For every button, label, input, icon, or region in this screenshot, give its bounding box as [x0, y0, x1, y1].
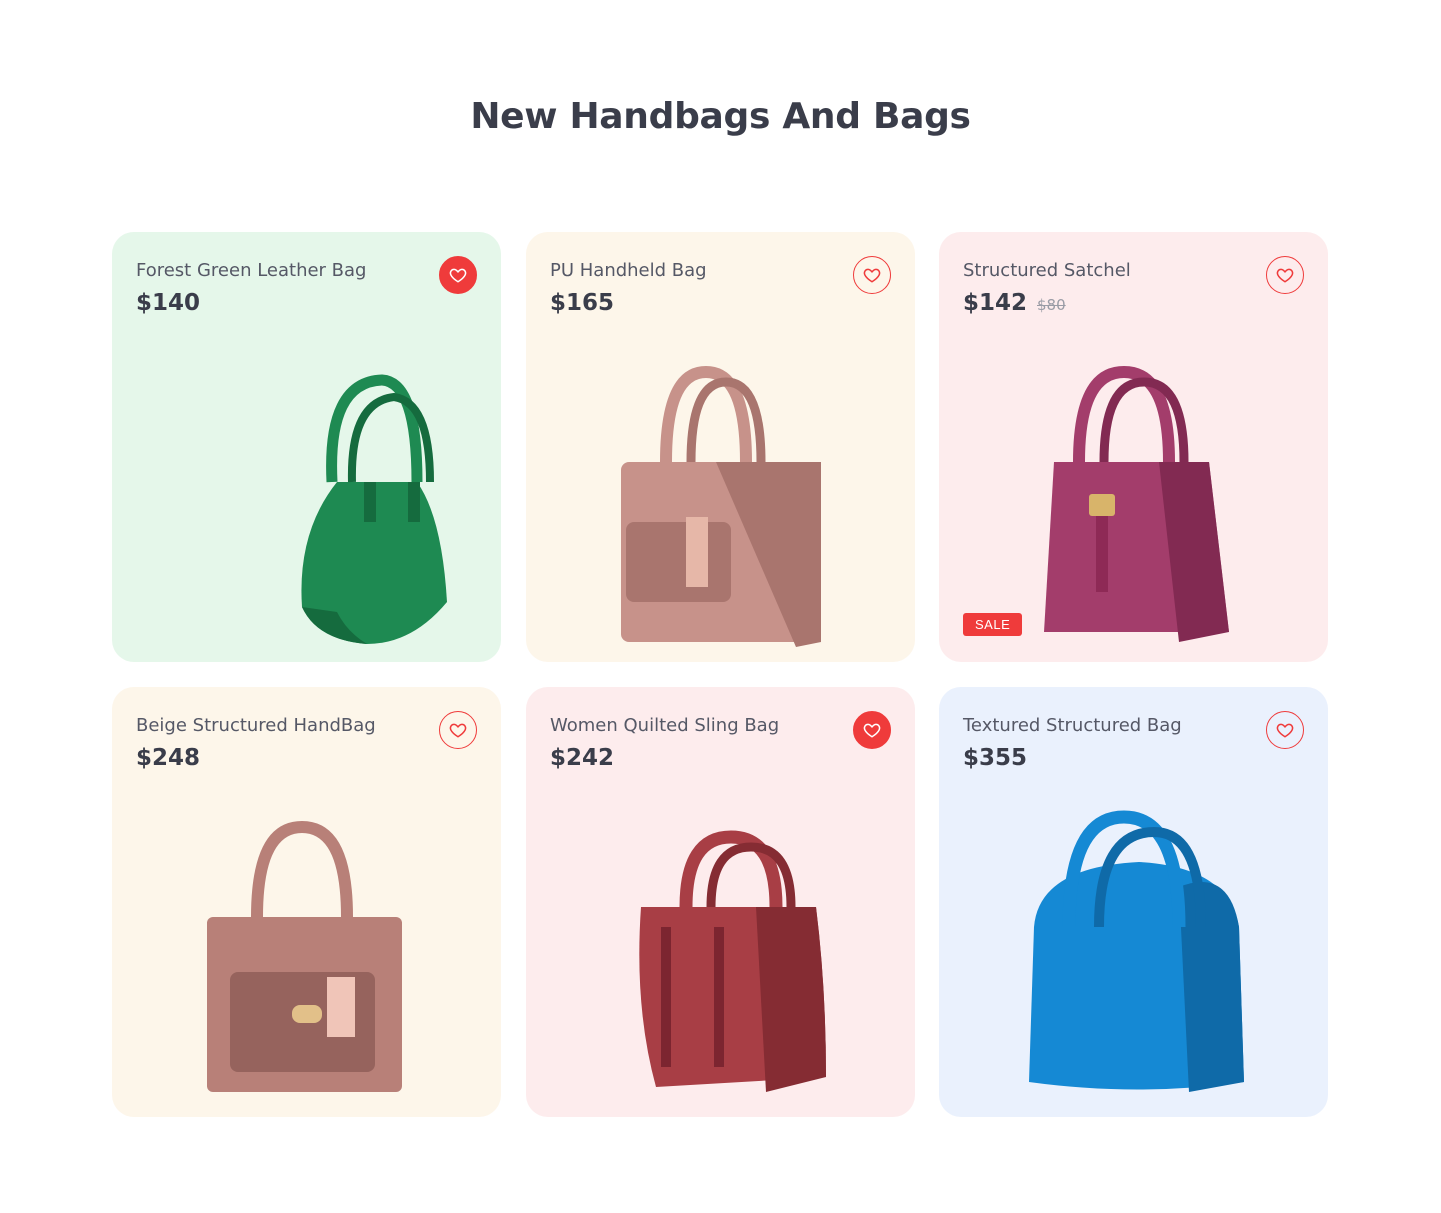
heart-icon [449, 723, 467, 738]
price-row: $165 [550, 290, 614, 316]
product-name[interactable]: Textured Structured Bag [963, 715, 1182, 736]
page-title: New Handbags And Bags [470, 96, 971, 137]
favorite-button[interactable] [1266, 256, 1304, 294]
product-card[interactable]: Textured Structured Bag $355 [939, 687, 1328, 1117]
product-card[interactable]: PU Handheld Bag $165 [526, 232, 915, 662]
price-row: $142 $80 [963, 290, 1066, 316]
heart-icon [1276, 268, 1294, 283]
product-price: $140 [136, 290, 201, 316]
favorite-button[interactable] [1266, 711, 1304, 749]
original-price: $80 [1037, 296, 1066, 314]
heart-icon [1276, 723, 1294, 738]
price-row: $242 [550, 745, 614, 771]
favorite-button[interactable] [853, 256, 891, 294]
product-price: $142 [963, 290, 1028, 316]
favorite-button[interactable] [439, 711, 477, 749]
heart-icon [863, 723, 881, 738]
product-price: $242 [550, 745, 615, 771]
product-price: $355 [963, 745, 1028, 771]
product-grid: Forest Green Leather Bag $140 PU Handhel… [112, 232, 1328, 1117]
sale-badge: SALE [963, 613, 1023, 636]
product-price: $165 [550, 290, 615, 316]
product-card[interactable]: Structured Satchel $142 $80 SALE [939, 232, 1328, 662]
product-name[interactable]: Beige Structured HandBag [136, 715, 376, 736]
heart-icon [449, 268, 467, 283]
price-row: $248 [136, 745, 200, 771]
favorite-button[interactable] [439, 256, 477, 294]
product-card[interactable]: Forest Green Leather Bag $140 [112, 232, 501, 662]
product-card[interactable]: Beige Structured HandBag $248 [112, 687, 501, 1117]
product-name[interactable]: Forest Green Leather Bag [136, 260, 366, 281]
product-price: $248 [136, 745, 201, 771]
product-card[interactable]: Women Quilted Sling Bag $242 [526, 687, 915, 1117]
price-row: $355 [963, 745, 1027, 771]
price-row: $140 [136, 290, 200, 316]
product-name[interactable]: Women Quilted Sling Bag [550, 715, 779, 736]
product-name[interactable]: PU Handheld Bag [550, 260, 707, 281]
heart-icon [863, 268, 881, 283]
product-name[interactable]: Structured Satchel [963, 260, 1131, 281]
favorite-button[interactable] [853, 711, 891, 749]
